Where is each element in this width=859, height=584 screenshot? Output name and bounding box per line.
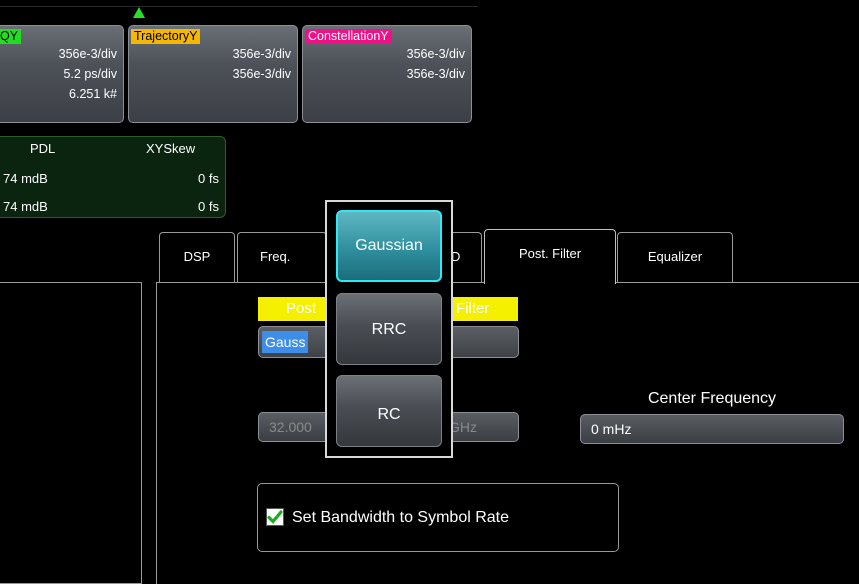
table-cell: 74 mdB [3,171,48,186]
table-cell: 0 fs [198,199,219,214]
column-header-pdl: PDL [30,141,56,156]
trace-value: 356e-3/div [406,67,465,81]
tab-label: Equalizer [647,249,703,264]
option-gaussian[interactable]: Gaussian [336,210,442,282]
set-bandwidth-label[interactable]: Set Bandwidth to Symbol Rate [292,508,509,528]
set-bandwidth-frame: Set Bandwidth to Symbol Rate [257,483,619,552]
trace-descriptor-constellationy[interactable]: ConstellationY 356e-3/div 356e-3/div [302,25,472,123]
bandwidth-value: 32.000 [269,419,312,435]
option-label: RRC [371,321,407,338]
filter-type-label-right: Filter [456,300,490,317]
tab-post-filter[interactable]: Post. Filter [484,229,616,284]
trace-value: 6.251 k# [69,87,117,101]
trace-tag: ConstellationY [305,29,392,44]
trace-value: 356e-3/div [406,47,465,61]
filter-type-label-left: Post [286,300,317,317]
trace-value: 5.2 ps/div [63,67,117,81]
tab-freq[interactable]: Freq. [237,232,327,283]
trace-descriptor-qy[interactable]: QY 356e-3/div 5.2 ps/div 6.251 k# [0,25,124,123]
measurement-table[interactable]: PDL XYSkew 74 mdB 0 fs 74 mdB 0 fs [0,136,226,218]
center-frequency-value: 0 mHz [591,421,632,437]
checkmark-icon [267,510,283,524]
center-frequency-label: Center Frequency [647,390,777,407]
filter-type-dropdown[interactable]: Gaussian RRC RC [325,200,453,458]
tab-dsp[interactable]: DSP [159,232,235,283]
bandwidth-unit: GHz [449,419,477,435]
column-header-xyskew: XYSkew [146,141,196,156]
tab-label: Post. Filter [518,246,582,261]
trace-tag: QY [0,29,22,44]
trace-value: 356e-3/div [232,47,291,61]
trace-tag: TrajectoryY [131,29,201,44]
top-divider [0,0,478,7]
option-rrc[interactable]: RRC [336,293,442,365]
trace-value: 356e-3/div [58,47,117,61]
table-cell: 0 fs [198,171,219,186]
table-cell: 74 mdB [3,199,48,214]
left-panel [0,282,142,584]
trace-value: 356e-3/div [232,67,291,81]
tab-label: DSP [183,249,211,264]
trace-descriptor-trajectoryy[interactable]: TrajectoryY 356e-3/div 356e-3/div [128,25,298,123]
option-rc[interactable]: RC [336,375,442,447]
filter-type-value: Gauss [262,331,309,353]
trigger-marker-icon[interactable] [133,7,145,18]
tab-label: Freq. [260,249,291,264]
center-frequency-field[interactable]: 0 mHz [580,414,844,444]
set-bandwidth-checkbox[interactable] [266,508,284,526]
tab-equalizer[interactable]: Equalizer [617,232,733,283]
option-label: RC [377,406,401,423]
option-label: Gaussian [355,237,423,254]
